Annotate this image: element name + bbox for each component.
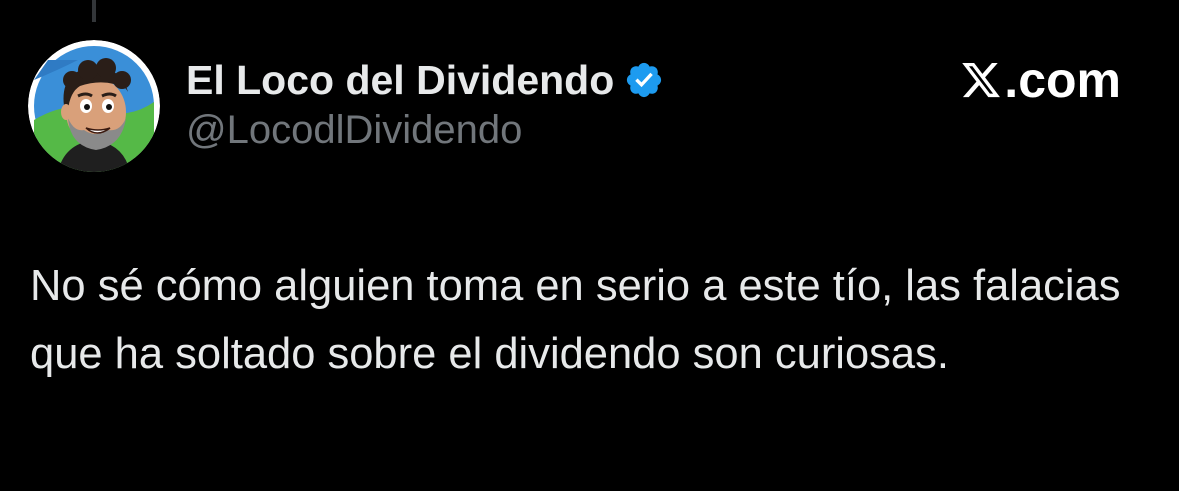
- verified-badge-icon: [624, 60, 664, 100]
- author-avatar[interactable]: [28, 40, 160, 172]
- author-display-name[interactable]: El Loco del Dividendo: [186, 57, 614, 104]
- author-name-row[interactable]: El Loco del Dividendo: [186, 54, 664, 106]
- tweet-body-text: No sé cómo alguien toma en serio a este …: [30, 262, 1121, 378]
- brand-domain-text: .com: [1004, 52, 1121, 108]
- author-handle[interactable]: @LocodlDividendo: [186, 108, 522, 153]
- brand-watermark: .com: [960, 50, 1121, 110]
- cartoon-bearded-man-avatar-icon: [28, 40, 160, 172]
- thread-connector-line: [92, 0, 96, 22]
- x-logo-icon: [960, 58, 1002, 102]
